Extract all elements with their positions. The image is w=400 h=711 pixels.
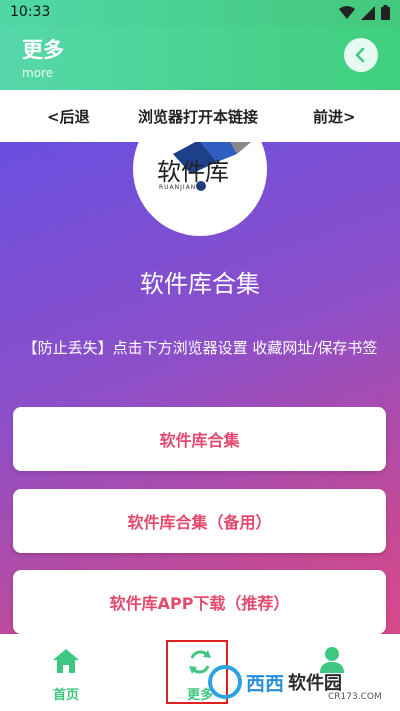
logo-text: 软件库 — [157, 158, 229, 186]
link-card-backup[interactable]: 软件库合集（备用） — [13, 489, 386, 553]
main-content: 软件库 RUANJIANKU 软件库合集 【防止丢失】点击下方浏览器设置 收藏网… — [0, 142, 400, 634]
tab-home[interactable]: 首页 — [6, 634, 126, 711]
wifi-icon — [339, 5, 355, 19]
home-icon — [53, 649, 79, 673]
status-icons — [339, 5, 390, 20]
chevron-left-icon — [355, 47, 365, 63]
notice-text: 【防止丢失】点击下方浏览器设置 收藏网址/保存书签 — [22, 339, 378, 357]
watermark-url: CR173.COM — [328, 692, 382, 702]
browser-nav-bar: <后退 浏览器打开本链接 前进> — [0, 90, 400, 142]
signal-icon — [361, 5, 375, 20]
app-logo: 软件库 RUANJIANKU — [133, 142, 267, 236]
site-watermark: 西西 软件园 CR173.COM — [208, 658, 396, 706]
nav-forward-link[interactable]: 前进> — [313, 106, 356, 127]
nav-back-link[interactable]: <后退 — [47, 106, 90, 127]
page-subtitle: more — [22, 66, 54, 80]
watermark-text-1: 西西 — [246, 672, 285, 695]
open-in-browser-link[interactable]: 浏览器打开本链接 — [138, 106, 258, 127]
link-card-collection[interactable]: 软件库合集 — [13, 407, 386, 471]
link-card-app-download[interactable]: 软件库APP下载（推荐） — [13, 570, 386, 634]
status-bar: 10:33 — [0, 0, 400, 26]
status-time: 10:33 — [10, 4, 51, 20]
app-header: 更多 more — [0, 26, 400, 90]
main-heading: 软件库合集 — [140, 270, 260, 298]
bottom-tab-bar: 首页 更多 我的 西西 软件园 CR173.COM — [0, 634, 400, 711]
battery-icon — [381, 5, 390, 20]
back-button[interactable] — [344, 38, 378, 72]
page-title: 更多 — [22, 38, 64, 62]
watermark-logo — [208, 665, 242, 699]
logo-subtext: RUANJIANKU — [159, 184, 207, 191]
tab-home-label: 首页 — [52, 688, 79, 703]
